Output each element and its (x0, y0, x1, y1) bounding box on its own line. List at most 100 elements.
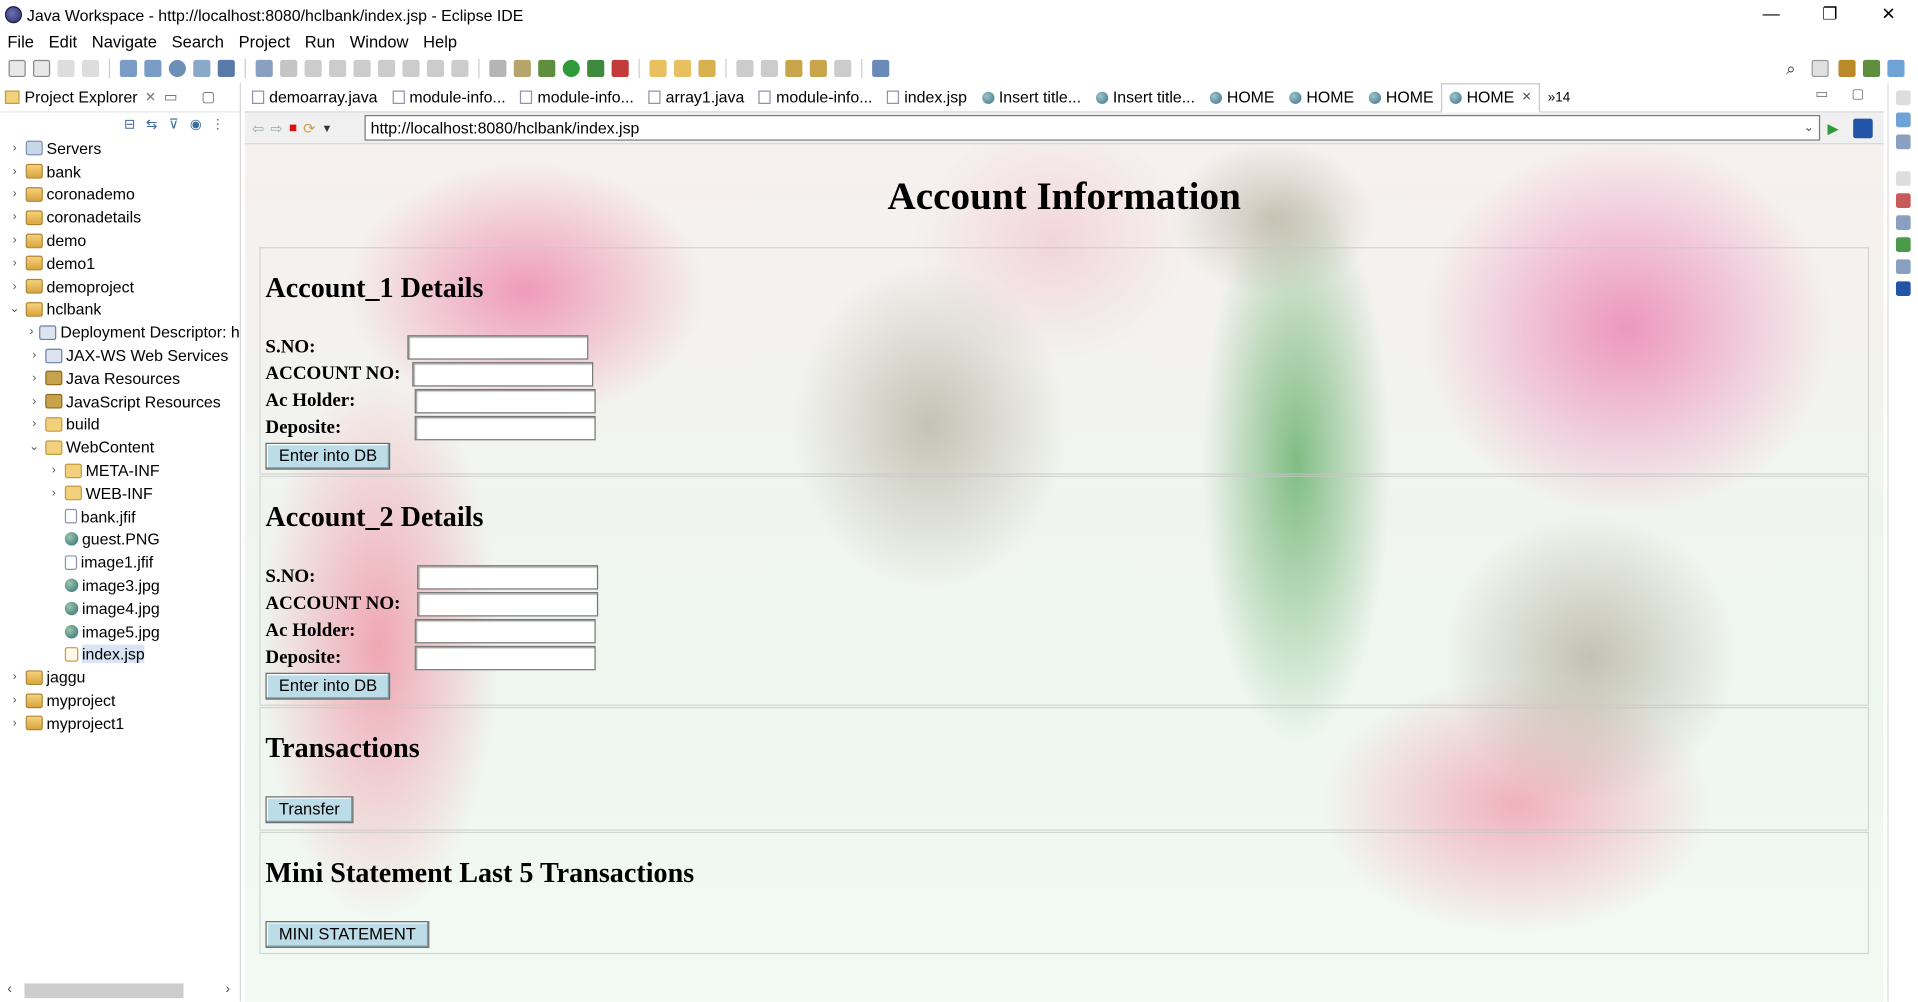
tree-item[interactable]: › Servers (0, 137, 240, 160)
tree-item[interactable]: guest.PNG (0, 528, 240, 551)
stop-icon[interactable]: ■ (289, 120, 297, 135)
markers-icon[interactable] (1895, 193, 1911, 208)
restore-view-icon[interactable] (1895, 90, 1911, 106)
search-icon[interactable]: ⌕ (1786, 59, 1796, 80)
restore-button[interactable]: ❐ (1801, 0, 1860, 29)
transfer-button[interactable]: Transfer (265, 796, 354, 824)
chevron-right-icon[interactable]: › (7, 257, 22, 270)
build-icon[interactable] (119, 59, 137, 78)
chevron-right-icon[interactable]: › (7, 188, 22, 201)
editor-tab[interactable]: HOME (1202, 83, 1282, 112)
chevron-down-icon[interactable]: ⌄ (7, 303, 22, 316)
toggle-icon[interactable] (489, 59, 507, 78)
chevron-right-icon[interactable]: › (46, 487, 61, 500)
tree-item[interactable]: › demo1 (0, 252, 240, 275)
tree-item[interactable]: › Deployment Descriptor: h (0, 321, 240, 344)
last-edit-icon[interactable] (785, 59, 803, 78)
chevron-right-icon[interactable]: › (7, 165, 22, 178)
tree-item[interactable]: › coronadetails (0, 206, 240, 229)
disconnect-icon[interactable] (377, 59, 396, 78)
outline-icon[interactable] (1895, 112, 1911, 128)
tree-item[interactable]: image3.jpg (0, 574, 240, 597)
chevron-down-icon[interactable]: ⌄ (1804, 121, 1814, 134)
minimize-button[interactable]: — (1742, 0, 1801, 29)
editor-tab[interactable]: HOME (1282, 83, 1362, 112)
account1-holder-input[interactable] (414, 388, 596, 414)
account2-account-no-input[interactable] (417, 592, 599, 617)
editor-tab[interactable]: Insert title... (974, 83, 1088, 112)
editor-tab[interactable]: array1.java (641, 83, 751, 112)
list-icon[interactable] (255, 59, 273, 78)
data-source-icon[interactable] (1895, 259, 1911, 274)
editor-tab[interactable]: index.jsp (880, 83, 975, 112)
menu-project[interactable]: Project (231, 32, 297, 50)
mini-statement-button[interactable]: MINI STATEMENT (265, 921, 430, 948)
tree-item[interactable]: › demo (0, 229, 240, 252)
tree-item[interactable]: › bank (0, 160, 240, 183)
refresh-icon[interactable]: ⟳ (303, 119, 315, 136)
account2-sno-input[interactable] (417, 565, 599, 590)
filter-icon[interactable]: ⊽ (166, 117, 181, 132)
link-with-editor-icon[interactable]: ⇆ (144, 117, 159, 132)
server-icon[interactable] (193, 59, 211, 78)
tree-item[interactable]: ⌄ WebContent (0, 436, 240, 459)
external-tools-icon[interactable] (611, 59, 629, 78)
go-icon[interactable]: ▶ (1827, 119, 1838, 136)
console-view-icon[interactable] (1895, 281, 1911, 297)
editor-tab[interactable]: module-info... (752, 83, 880, 112)
chevron-right-icon[interactable]: › (27, 372, 42, 385)
account2-submit-button[interactable]: Enter into DB (265, 672, 391, 700)
tree-item[interactable]: › META-INF (0, 459, 240, 482)
tree-item[interactable]: bank.jfif (0, 505, 240, 528)
editor-tab[interactable]: module-info... (513, 83, 641, 112)
editor-minimize-maximize[interactable]: ▭ ▢ (1815, 86, 1874, 102)
external-browser-icon[interactable] (1853, 118, 1874, 138)
tree-item[interactable]: ⌄ hclbank (0, 298, 240, 321)
more-tabs-button[interactable]: »14 (1540, 83, 1577, 112)
scrollbar-thumb[interactable] (24, 983, 184, 999)
account1-account-no-input[interactable] (412, 362, 594, 387)
debug-perspective-icon[interactable] (1862, 59, 1881, 78)
chevron-right-icon[interactable]: › (27, 418, 42, 431)
terminate-icon[interactable] (353, 59, 371, 78)
run-icon[interactable] (562, 59, 580, 78)
forward-icon[interactable] (834, 59, 852, 78)
task-list-icon[interactable] (1895, 134, 1911, 150)
menu-navigate[interactable]: Navigate (84, 32, 164, 50)
focus-icon[interactable]: ◉ (188, 117, 203, 132)
chevron-right-icon[interactable]: › (7, 234, 22, 247)
refresh-dropdown-icon[interactable]: ▼ (322, 122, 333, 134)
tree-item[interactable]: index.jsp (0, 643, 240, 666)
chevron-right-icon[interactable]: › (7, 671, 22, 684)
account1-submit-button[interactable]: Enter into DB (265, 442, 391, 470)
skip-icon[interactable] (280, 59, 298, 78)
collapse-all-icon[interactable]: ⊟ (122, 117, 137, 132)
close-button[interactable]: ✕ (1859, 0, 1918, 29)
open-perspective-icon[interactable] (1811, 59, 1829, 78)
chevron-right-icon[interactable]: › (7, 142, 22, 155)
suspend-icon[interactable] (329, 59, 347, 78)
menu-file[interactable]: File (0, 32, 41, 50)
chevron-right-icon[interactable]: › (27, 326, 36, 339)
servers-icon[interactable] (1895, 237, 1911, 252)
tree-item[interactable]: › JAX-WS Web Services (0, 344, 240, 367)
save-all-icon[interactable] (81, 59, 100, 78)
tree-item[interactable]: image5.jpg (0, 620, 240, 643)
url-field[interactable]: http://localhost:8080/hclbank/index.jsp … (364, 114, 1821, 141)
editor-tab[interactable]: HOME ✕ (1440, 82, 1541, 112)
chevron-right-icon[interactable]: › (7, 211, 22, 224)
step-over-icon[interactable] (426, 59, 445, 78)
tree-item[interactable]: › demoproject (0, 275, 240, 298)
chevron-right-icon[interactable]: › (27, 395, 42, 408)
editor-tab[interactable]: Insert title... (1088, 83, 1202, 112)
properties-icon[interactable] (1895, 215, 1911, 230)
editor-tab[interactable]: module-info... (385, 83, 513, 112)
tree-item[interactable]: › WEB-INF (0, 482, 240, 505)
tree-item[interactable]: › JavaScript Resources (0, 390, 240, 413)
tree-item[interactable]: › myproject (0, 689, 240, 712)
open-task-icon[interactable] (673, 59, 692, 78)
editor-tab[interactable]: HOME (1361, 83, 1441, 112)
account1-deposit-input[interactable] (414, 415, 596, 441)
tree-item[interactable]: › coronademo (0, 183, 240, 206)
tree-item[interactable]: image4.jpg (0, 597, 240, 620)
